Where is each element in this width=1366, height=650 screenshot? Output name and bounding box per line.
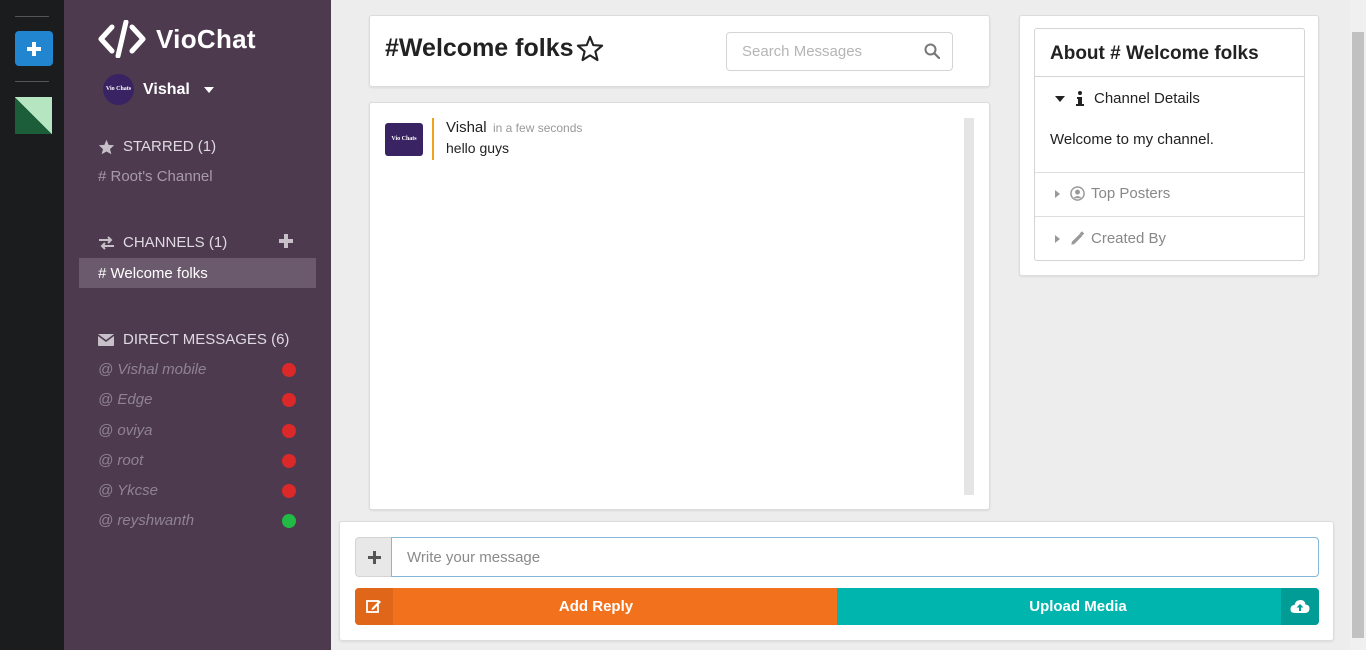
status-offline-dot [282,393,296,407]
avatar: Vio Chats [385,123,423,156]
dm-item[interactable]: @ Vishal mobile [98,361,296,378]
plus-icon [367,550,381,564]
message-list: Vio Chats Vishal in a few seconds hello … [369,102,990,510]
channels-label: CHANNELS (1) [123,234,228,251]
attach-button[interactable] [355,537,392,577]
message-scrollbar[interactable] [964,118,974,495]
top-posters-label: Top Posters [1091,185,1171,202]
caret-right-icon [1055,189,1060,198]
pencil-icon [1071,231,1085,245]
caret-right-icon [1055,234,1060,243]
add-channel-button[interactable] [279,234,293,248]
status-online-dot [282,514,296,528]
rail-divider [15,16,49,17]
caret-down-icon [203,86,214,93]
add-reply-label: Add Reply [558,598,634,615]
dm-name: @ root [98,452,144,469]
divider [1035,172,1304,173]
message-accent [432,118,434,160]
cloud-upload-icon [1290,600,1310,613]
status-offline-dot [282,363,296,377]
status-offline-dot [282,424,296,438]
exchange-icon [99,235,114,250]
edit-icon [366,600,381,613]
message-composer: Add Reply Upload Media [339,521,1334,641]
envelope-icon [98,333,114,346]
divider [1035,216,1304,217]
star-icon [98,139,115,154]
message-text: hello guys [446,140,510,156]
created-by-toggle[interactable]: Created By [1055,230,1166,247]
workspace-tile[interactable] [15,97,52,134]
channels-header: CHANNELS (1) [98,234,227,251]
starred-item[interactable]: # Root's Channel [98,168,213,185]
search-icon[interactable] [924,43,940,59]
about-title: About # Welcome folks [1035,29,1304,77]
search-input[interactable] [742,43,922,60]
dm-name: @ reyshwanth [98,512,195,529]
user-circle-icon [1070,186,1085,201]
starred-header: STARRED (1) [98,138,216,155]
dm-item[interactable]: @ oviya [98,422,296,439]
starred-label: STARRED (1) [123,138,217,155]
dm-item[interactable]: @ reyshwanth [98,512,296,529]
about-box: About # Welcome folks Channel Details We… [1034,28,1305,261]
channel-header: #Welcome folks [369,15,990,87]
add-workspace-button[interactable] [15,31,53,66]
sidebar: VioChat Vio Chats Vishal STARRED (1) # R… [64,0,331,650]
about-panel: About # Welcome folks Channel Details We… [1019,15,1319,276]
plus-icon [27,41,41,56]
user-name: Vishal [143,80,190,98]
dm-item[interactable]: @ Ykcse [98,482,296,499]
message-author[interactable]: Vishal [446,119,487,136]
app-name: VioChat [156,23,256,54]
dm-item[interactable]: @ Edge [98,391,296,408]
caret-down-icon [1055,95,1065,102]
channel-details-label: Channel Details [1094,90,1200,107]
dm-name: @ Vishal mobile [98,361,207,378]
page-title: #Welcome folks [385,34,604,63]
app-logo[interactable]: VioChat [98,20,256,58]
page-scrollbar-thumb[interactable] [1352,32,1364,638]
avatar: Vio Chats [103,74,134,105]
channel-item-welcome-folks[interactable]: # Welcome folks [79,258,316,288]
message-time: in a few seconds [493,121,583,135]
created-by-label: Created By [1091,230,1167,247]
info-icon [1076,90,1084,106]
status-offline-dot [282,454,296,468]
search-box [726,32,953,71]
channel-details-toggle[interactable]: Channel Details [1055,90,1200,107]
dm-name: @ Edge [98,391,153,408]
star-icon[interactable] [576,35,604,62]
channel-title: #Welcome folks [385,34,574,62]
message-field [391,537,1319,577]
direct-messages-label: DIRECT MESSAGES (6) [123,331,290,348]
direct-messages-header: DIRECT MESSAGES (6) [98,331,289,348]
dm-name: @ oviya [98,422,153,439]
user-menu[interactable]: Vio Chats Vishal [103,74,214,105]
upload-media-button[interactable]: Upload Media [837,588,1319,625]
channel-description: Welcome to my channel. [1050,131,1214,148]
channel-item-label: # Welcome folks [98,265,208,282]
rail-divider [15,81,49,82]
upload-media-label: Upload Media [1029,598,1127,615]
workspace-rail [0,0,64,650]
status-offline-dot [282,484,296,498]
add-reply-button[interactable]: Add Reply [355,588,837,625]
code-icon [98,20,146,58]
dm-item[interactable]: @ root [98,452,296,469]
top-posters-toggle[interactable]: Top Posters [1055,185,1170,202]
message-input[interactable] [407,548,1287,566]
dm-name: @ Ykcse [98,482,158,499]
